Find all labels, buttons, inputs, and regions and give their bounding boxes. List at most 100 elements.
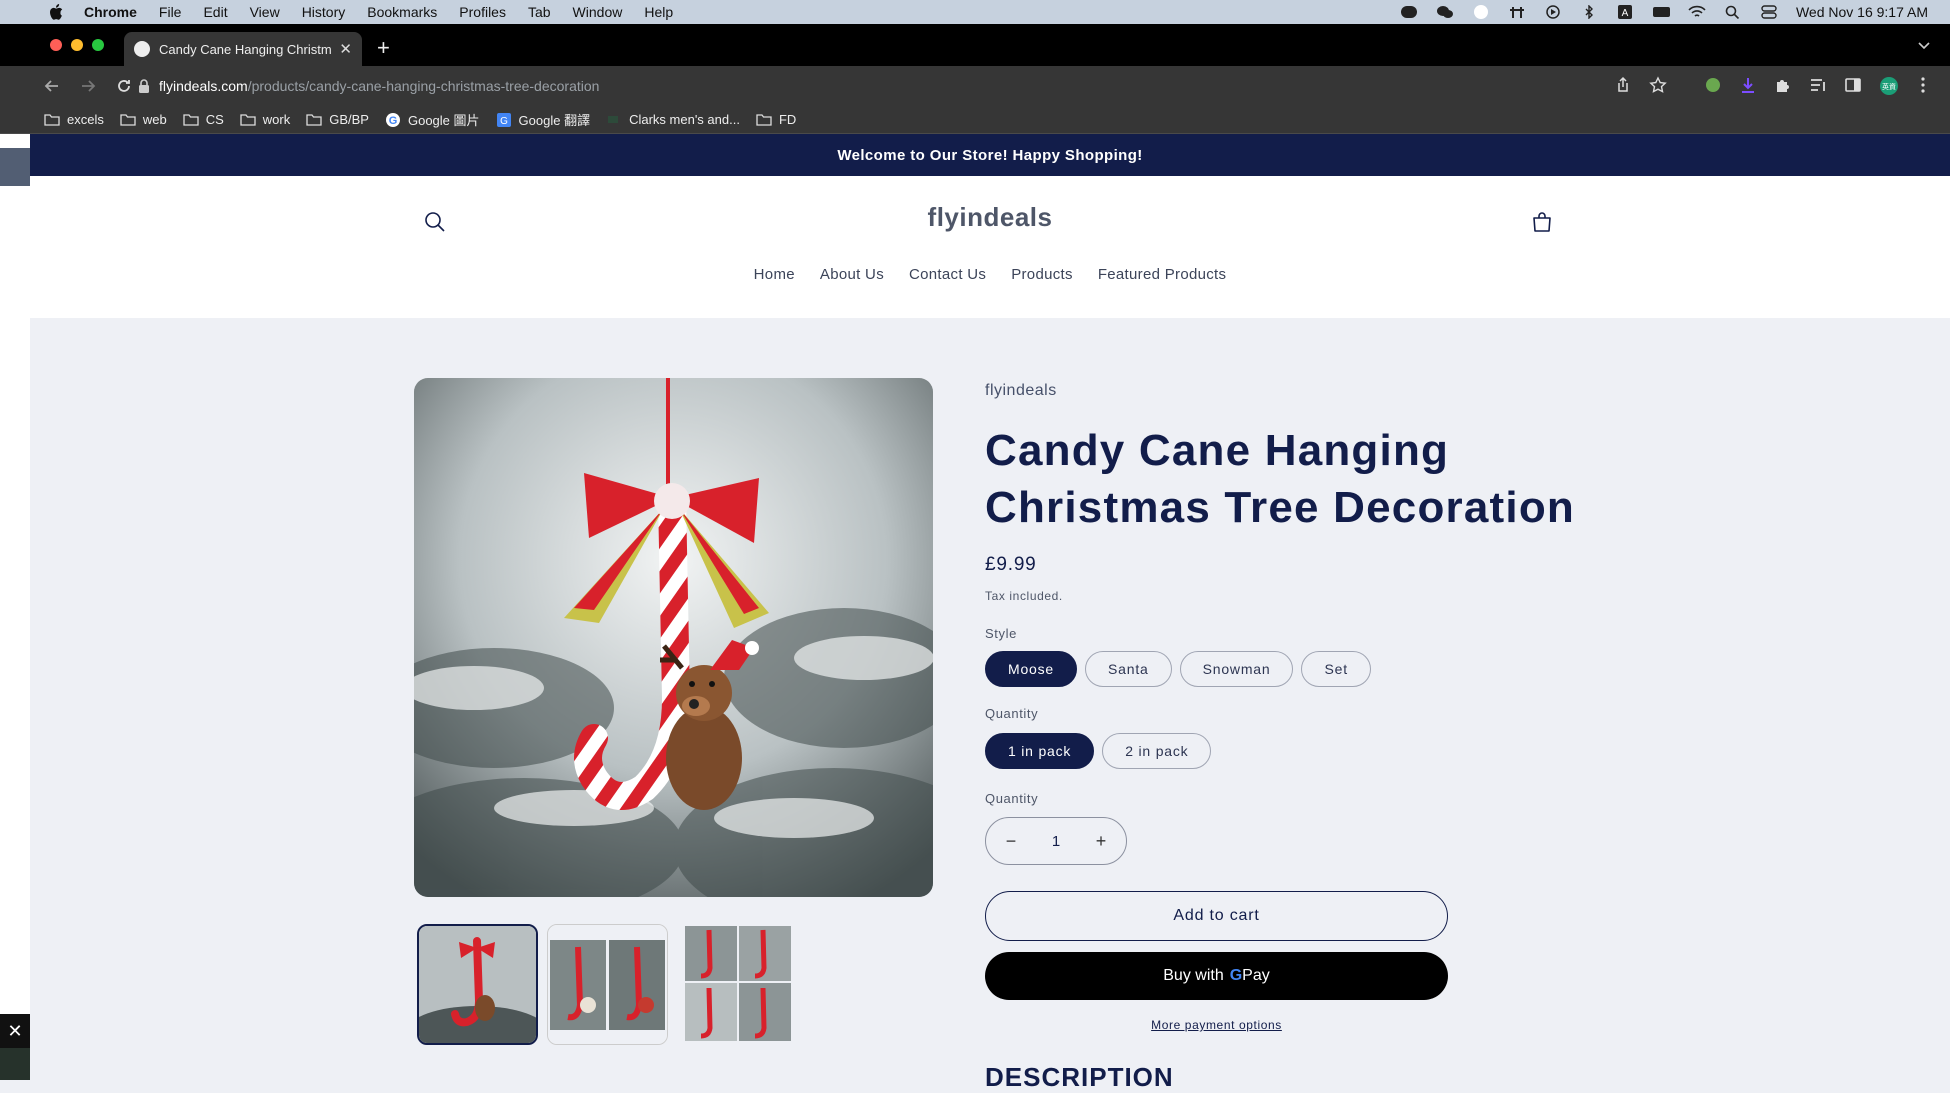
profile-avatar[interactable]: 英資 (1879, 76, 1898, 95)
extensions-puzzle-icon[interactable] (1774, 76, 1792, 94)
spotlight-search-icon[interactable] (1724, 5, 1742, 19)
address-bar[interactable]: flyindeals.com/products/candy-cane-hangi… (138, 72, 1698, 100)
back-icon[interactable] (44, 78, 60, 94)
pack-option-2[interactable]: 2 in pack (1102, 733, 1212, 769)
svg-text:G: G (389, 115, 398, 127)
chrome-menu-icon[interactable] (1914, 76, 1932, 94)
cart-icon[interactable] (1530, 210, 1554, 234)
play-icon[interactable] (1544, 5, 1562, 19)
bluetooth-icon[interactable] (1580, 5, 1598, 19)
bookmark-label: excels (67, 112, 104, 127)
google-icon: G (385, 112, 400, 127)
style-option-santa[interactable]: Santa (1085, 651, 1172, 687)
menu-help[interactable]: Help (644, 4, 673, 20)
browser-tab-active[interactable]: Candy Cane Hanging Christmas Tree Decora… (124, 32, 362, 66)
menu-edit[interactable]: Edit (203, 4, 227, 20)
bookmark-label: Google 圖片 (407, 113, 480, 128)
style-option-moose[interactable]: Moose (985, 651, 1078, 687)
tab-close-icon[interactable]: ✕ (339, 40, 352, 58)
wechat-icon[interactable] (1436, 5, 1454, 19)
thumbnail-collage-4[interactable] (677, 924, 798, 1045)
clock[interactable]: Wed Nov 16 9:17 AM (1796, 4, 1928, 20)
nav-products[interactable]: Products (1011, 266, 1073, 283)
line-app-icon[interactable] (1400, 5, 1418, 19)
input-source-icon[interactable]: A (1616, 5, 1634, 19)
store-header: flyindeals Home About Us Contact Us Prod… (30, 176, 1950, 318)
menu-profiles[interactable]: Profiles (459, 4, 506, 20)
tax-note: Tax included. (985, 589, 1063, 603)
bookmark-google-images[interactable]: G Google 圖片 (385, 110, 480, 129)
reload-icon[interactable] (116, 78, 132, 94)
battery-icon[interactable] (1652, 5, 1670, 19)
product-main-image[interactable] (414, 378, 933, 897)
new-tab-icon[interactable]: + (377, 37, 390, 59)
thumbnail-collage-2-image (548, 925, 667, 1044)
bookmark-label: FD (778, 112, 797, 127)
bookmark-work[interactable]: work (240, 112, 290, 127)
nav-home[interactable]: Home (754, 266, 795, 283)
add-to-cart-button[interactable]: Add to cart (985, 891, 1448, 941)
bookmark-fd[interactable]: FD (756, 112, 796, 127)
zoom-window-button[interactable] (92, 39, 104, 51)
nav-contact-us[interactable]: Contact Us (909, 266, 986, 283)
bookmark-cs[interactable]: CS (183, 112, 224, 127)
tab-search-chevron-icon[interactable] (1918, 39, 1930, 51)
bookmark-excels[interactable]: excels (44, 112, 104, 127)
folder-icon (240, 114, 256, 126)
gift-icon[interactable] (1508, 5, 1526, 19)
pack-option-1[interactable]: 1 in pack (985, 733, 1095, 769)
pack-option-label: Quantity (985, 706, 1039, 721)
thumbnail-collage-2[interactable] (547, 924, 668, 1045)
pack-options: 1 in pack 2 in pack (985, 733, 1212, 769)
menu-bookmarks[interactable]: Bookmarks (367, 4, 437, 20)
folder-icon (306, 114, 322, 126)
control-center-icon[interactable] (1760, 5, 1778, 19)
bookmark-gb-bp[interactable]: GB/BP (306, 112, 369, 127)
browser-toolbar: flyindeals.com/products/candy-cane-hangi… (0, 66, 1950, 106)
background-window-panel: ✕ (0, 1014, 30, 1080)
lock-icon[interactable] (138, 79, 150, 93)
nav-featured-products[interactable]: Featured Products (1098, 266, 1227, 283)
buy-with-label: Buy with (1163, 967, 1224, 984)
close-icon[interactable]: ✕ (0, 1014, 30, 1048)
menu-view[interactable]: View (250, 4, 280, 20)
gpay-pay-label: Pay (1242, 967, 1270, 984)
extension-green-icon[interactable] (1704, 76, 1722, 94)
apple-icon[interactable] (48, 4, 64, 20)
bookmark-google-translate[interactable]: G Google 翻譯 (496, 110, 590, 129)
bookmark-star-icon[interactable] (1649, 76, 1667, 94)
bookmark-clarks[interactable]: Clarks men's and... (606, 112, 740, 127)
tab-title: Candy Cane Hanging Christmas Tree Decora… (159, 41, 332, 57)
forward-icon[interactable] (80, 78, 96, 94)
folder-icon (183, 114, 199, 126)
menu-tab[interactable]: Tab (528, 4, 551, 20)
share-icon[interactable] (1614, 76, 1632, 94)
side-panel-icon[interactable] (1844, 76, 1862, 94)
macos-menu-bar: Chrome File Edit View History Bookmarks … (0, 0, 1950, 24)
bookmarks-bar: excels web CS work GB/BP G Google 圖片 G Goo… (0, 106, 1950, 134)
quantity-input[interactable]: 1 (1052, 833, 1060, 850)
menu-file[interactable]: File (159, 4, 182, 20)
thumbnail-moose[interactable] (417, 924, 538, 1045)
menu-history[interactable]: History (302, 4, 346, 20)
increase-quantity-icon[interactable]: + (1094, 831, 1108, 852)
wifi-icon[interactable] (1688, 5, 1706, 19)
status-circle-icon[interactable] (1472, 5, 1490, 19)
folder-icon (756, 114, 772, 126)
style-option-snowman[interactable]: Snowman (1179, 651, 1294, 687)
svg-text:G: G (500, 116, 508, 127)
decrease-quantity-icon[interactable]: − (1004, 831, 1018, 852)
style-option-set[interactable]: Set (1301, 651, 1371, 687)
reading-list-icon[interactable] (1809, 76, 1827, 94)
close-window-button[interactable] (50, 39, 62, 51)
store-logo[interactable]: flyindeals (30, 202, 1950, 233)
minimize-window-button[interactable] (71, 39, 83, 51)
nav-about-us[interactable]: About Us (820, 266, 884, 283)
more-payment-options-link[interactable]: More payment options (985, 1018, 1448, 1032)
download-extension-icon[interactable] (1739, 76, 1757, 94)
quantity-label: Quantity (985, 791, 1039, 806)
menu-window[interactable]: Window (573, 4, 623, 20)
menu-app-chrome[interactable]: Chrome (84, 4, 137, 20)
bookmark-web[interactable]: web (120, 112, 167, 127)
buy-with-gpay-button[interactable]: Buy with G Pay (985, 952, 1448, 1000)
